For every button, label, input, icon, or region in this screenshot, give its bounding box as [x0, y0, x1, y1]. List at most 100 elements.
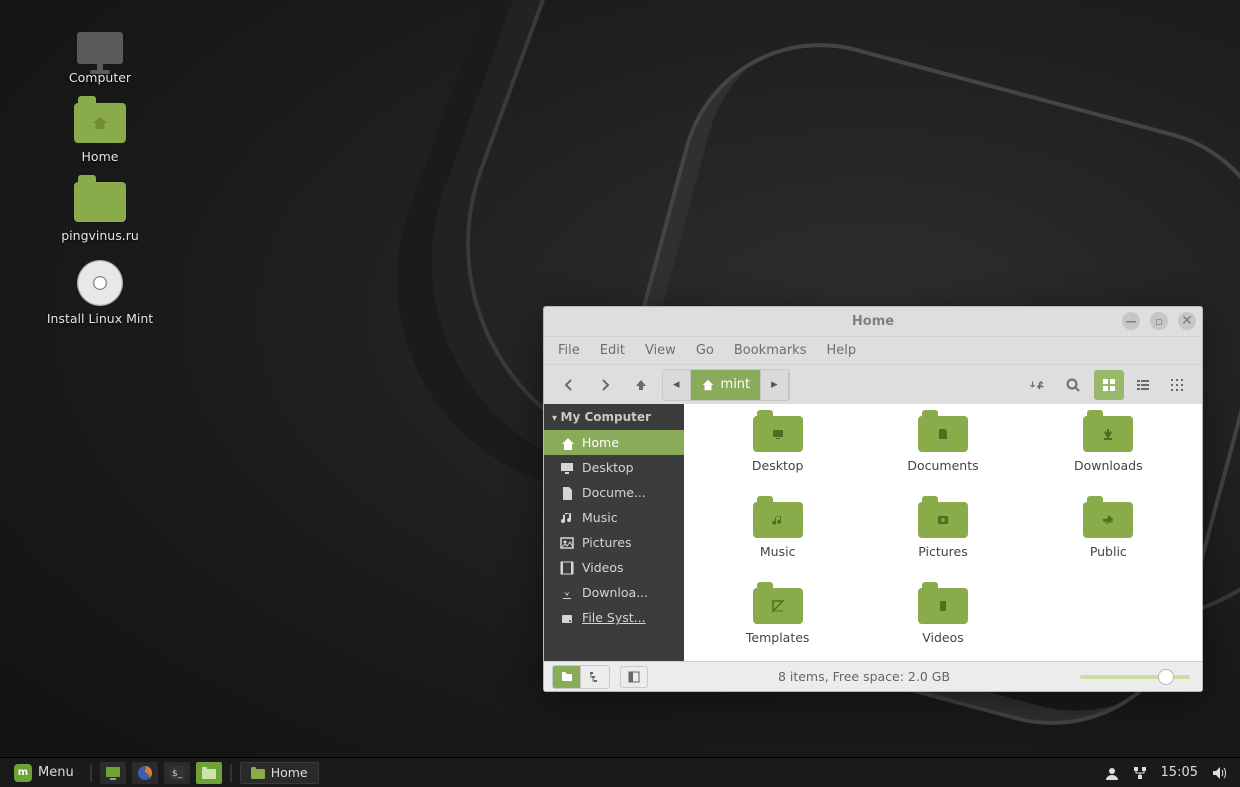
- sidebar-item-pictures[interactable]: Pictures: [544, 530, 684, 555]
- file-documents[interactable]: Documents: [865, 416, 1020, 498]
- disc-icon: [78, 261, 122, 305]
- svg-text:$_: $_: [172, 769, 183, 779]
- sidebar-toggle-button[interactable]: [620, 666, 648, 688]
- forward-button[interactable]: [590, 370, 620, 400]
- compact-view-button[interactable]: [1162, 370, 1192, 400]
- task-home[interactable]: Home: [240, 762, 319, 784]
- volume-icon[interactable]: [1212, 766, 1228, 780]
- mint-logo-icon: m: [14, 764, 32, 782]
- panel-divider: [90, 764, 92, 782]
- computer-icon: [77, 32, 123, 64]
- file-pictures[interactable]: Pictures: [865, 502, 1020, 584]
- menu-label: Menu: [38, 765, 74, 780]
- toggle-location-button[interactable]: [1022, 370, 1052, 400]
- pictures-icon: [560, 536, 574, 550]
- home-folder-icon: [74, 103, 126, 143]
- up-button[interactable]: [626, 370, 656, 400]
- sidebar-item-music[interactable]: Music: [544, 505, 684, 530]
- menu-edit[interactable]: Edit: [600, 343, 625, 358]
- menubar: File Edit View Go Bookmarks Help: [544, 337, 1202, 364]
- folder-icon: [753, 588, 803, 624]
- folder-icon: [753, 502, 803, 538]
- folder-icon: [918, 416, 968, 452]
- sidebar-item-download[interactable]: Downloa...: [544, 580, 684, 605]
- sidebar-item-document[interactable]: Docume...: [544, 480, 684, 505]
- sidebar-item-home[interactable]: Home: [544, 430, 684, 455]
- files-launcher[interactable]: [196, 762, 222, 784]
- terminal-launcher[interactable]: $_: [164, 762, 190, 784]
- file-label: Pictures: [918, 544, 968, 559]
- file-desktop[interactable]: Desktop: [700, 416, 855, 498]
- firefox-launcher[interactable]: [132, 762, 158, 784]
- disk-icon: [560, 611, 574, 625]
- music-icon: [560, 511, 574, 525]
- task-label: Home: [271, 765, 308, 780]
- folder-icon: [918, 502, 968, 538]
- file-label: Public: [1090, 544, 1127, 559]
- file-public[interactable]: Public: [1031, 502, 1186, 584]
- file-templates[interactable]: Templates: [700, 588, 855, 661]
- maximize-button[interactable]: ▫: [1150, 312, 1168, 330]
- sidebar-item-label: Videos: [582, 560, 624, 575]
- desktop-icon-pingvinus[interactable]: pingvinus.ru: [30, 182, 170, 243]
- minimize-button[interactable]: —: [1122, 312, 1140, 330]
- desktop-icon-computer[interactable]: Computer: [30, 32, 170, 85]
- folder-icon: [251, 767, 265, 779]
- panel: m Menu $_ Home 15:05: [0, 757, 1240, 787]
- list-view-button[interactable]: [1128, 370, 1158, 400]
- sidebar-item-disk[interactable]: File Syst...: [544, 605, 684, 630]
- folder-icon: [1083, 416, 1133, 452]
- back-button[interactable]: [554, 370, 584, 400]
- document-icon: [560, 486, 574, 500]
- sidebar-header[interactable]: My Computer: [544, 404, 684, 430]
- files-grid: Desktop DocumentsDownloads Music Pictures Pu…: [684, 404, 1202, 661]
- desktop-icon-label: Install Linux Mint: [30, 311, 170, 326]
- network-icon[interactable]: [1133, 766, 1147, 780]
- path-current-label: mint: [721, 377, 751, 392]
- menu-view[interactable]: View: [645, 343, 676, 358]
- file-label: Music: [760, 544, 796, 559]
- file-music[interactable]: Music: [700, 502, 855, 584]
- icon-view-button[interactable]: [1094, 370, 1124, 400]
- folder-icon: [74, 182, 126, 222]
- menu-bookmarks[interactable]: Bookmarks: [734, 343, 807, 358]
- system-tray: 15:05: [1105, 765, 1234, 780]
- file-videos[interactable]: Videos: [865, 588, 1020, 661]
- file-label: Videos: [922, 630, 964, 645]
- sidebar-item-label: Home: [582, 435, 619, 450]
- desktop-icon: [560, 461, 574, 475]
- path-next-button[interactable]: ▸: [761, 370, 789, 400]
- sidebar-item-label: File Syst...: [582, 610, 646, 625]
- pathbar: ◂ mint ▸: [662, 369, 790, 401]
- sidebar-item-label: Desktop: [582, 460, 634, 475]
- file-label: Desktop: [752, 458, 804, 473]
- sidebar-item-label: Pictures: [582, 535, 632, 550]
- search-button[interactable]: [1058, 370, 1088, 400]
- zoom-slider[interactable]: [1080, 675, 1190, 679]
- desktop-icon-home[interactable]: Home: [30, 103, 170, 164]
- desktop-icon-install[interactable]: Install Linux Mint: [30, 261, 170, 326]
- titlebar[interactable]: Home — ▫ ✕: [544, 307, 1202, 337]
- path-segment-current[interactable]: mint: [691, 370, 762, 400]
- status-text: 8 items, Free space: 2.0 GB: [648, 669, 1080, 684]
- sidebar-item-video[interactable]: Videos: [544, 555, 684, 580]
- sidebar-item-label: Music: [582, 510, 618, 525]
- clock[interactable]: 15:05: [1161, 765, 1198, 780]
- menu-go[interactable]: Go: [696, 343, 714, 358]
- places-mode-button[interactable]: [553, 666, 581, 688]
- window-title: Home: [852, 314, 894, 329]
- show-desktop-launcher[interactable]: [100, 762, 126, 784]
- tree-mode-button[interactable]: [581, 666, 609, 688]
- menu-button[interactable]: m Menu: [6, 758, 82, 787]
- sidebar-item-label: Docume...: [582, 485, 646, 500]
- user-icon[interactable]: [1105, 766, 1119, 780]
- menu-file[interactable]: File: [558, 343, 580, 358]
- menu-help[interactable]: Help: [826, 343, 856, 358]
- path-prev-button[interactable]: ◂: [663, 370, 691, 400]
- file-downloads[interactable]: Downloads: [1031, 416, 1186, 498]
- folder-icon: [918, 588, 968, 624]
- sidebar-item-desktop[interactable]: Desktop: [544, 455, 684, 480]
- desktop-icon-label: Home: [30, 149, 170, 164]
- file-label: Templates: [746, 630, 810, 645]
- close-button[interactable]: ✕: [1178, 312, 1196, 330]
